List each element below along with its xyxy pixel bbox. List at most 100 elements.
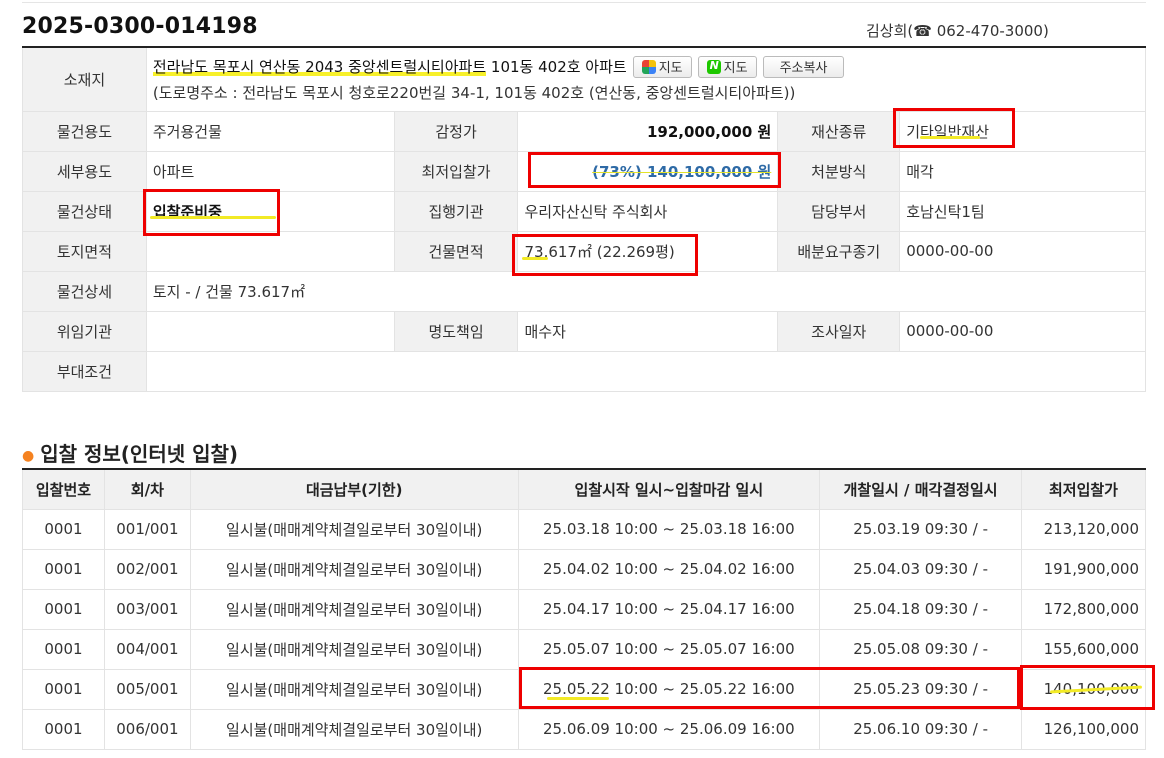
payment-cell: 일시불(매매계약체결일로부터 30일이내) [189, 508, 519, 550]
min-price-cell: 140,100,000 [1021, 668, 1146, 710]
bid-row: 0001 001/001 일시불(매매계약체결일로부터 30일이내) 25.03.18… [22, 508, 1146, 550]
payment-cell: 일시불(매매계약체결일로부터 30일이내) [189, 708, 519, 750]
bid-period-cell: 25.05.07 10:00 ~ 25.05.07 16:00 [517, 628, 821, 670]
department-value: 호남신탁1팀 [899, 190, 1146, 232]
status-value: 입찰준비중 [145, 190, 395, 232]
top-divider [22, 2, 1146, 3]
copy-address-button[interactable]: 주소복사 [762, 55, 845, 78]
naver-map-button[interactable]: 지도 [697, 55, 757, 78]
distribution-deadline-value: 0000-00-00 [899, 230, 1146, 272]
bid-no-cell: 0001 [22, 588, 105, 630]
property-type-label: 재산종류 [777, 110, 901, 152]
info-row: 위임기관 명도책임 매수자 조사일자 0000-00-00 [22, 310, 1146, 352]
min-price-cell: 172,800,000 [1021, 588, 1146, 630]
bid-row: 0001 006/001 일시불(매매계약체결일로부터 30일이내) 25.06.09… [22, 708, 1146, 750]
conditions-label: 부대조건 [22, 350, 147, 392]
bid-no-cell: 0001 [22, 548, 105, 590]
opening-cell: 25.05.23 09:30 / - [819, 668, 1022, 710]
bid-period-cell: 25.04.17 10:00 ~ 25.04.17 16:00 [517, 588, 821, 630]
usage-label: 물건용도 [22, 110, 147, 152]
bid-table-header: 입찰번호 회/차 대금납부(기한) 입찰시작 일시~입찰마감 일시 개찰일시 /… [22, 468, 1146, 510]
round-cell: 002/001 [103, 548, 191, 590]
min-price-cell: 155,600,000 [1021, 628, 1146, 670]
eviction-label: 명도책임 [393, 310, 519, 352]
executing-agency-value: 우리자산신탁 주식회사 [517, 190, 779, 232]
col-opening: 개찰일시 / 매각결정일시 [819, 468, 1022, 510]
distribution-deadline-label: 배분요구종기 [777, 230, 901, 272]
appraisal-value: 192,000,000 원 [517, 110, 779, 152]
location-value: 전라남도 목포시 연산동 2043 중앙센트럴시티아파트 101동 402호 아… [145, 46, 1147, 112]
round-cell: 001/001 [103, 508, 191, 550]
bid-no-cell: 0001 [22, 628, 105, 670]
usage-value: 주거용건물 [145, 110, 395, 152]
disposal-method-label: 처분방식 [777, 150, 901, 192]
min-bid-label: 최저입찰가 [393, 150, 519, 192]
delegating-agency-value [145, 310, 395, 352]
info-row: 세부용도 아파트 최저입찰가 (73%) 140,100,000 원 처분방식 … [22, 150, 1146, 192]
detail-label: 물건상세 [22, 270, 147, 312]
opening-cell: 25.06.10 09:30 / - [819, 708, 1022, 750]
case-number: 2025-0300-014198 [22, 14, 258, 39]
info-row: 부대조건 [22, 350, 1147, 392]
round-cell: 006/001 [103, 708, 191, 750]
building-area-label: 건물면적 [393, 230, 519, 272]
opening-cell: 25.03.19 09:30 / - [819, 508, 1022, 550]
bid-period-cell: 25.05.22 10:00 ~ 25.05.22 16:00 [517, 668, 821, 710]
round-cell: 004/001 [103, 628, 191, 670]
survey-date-value: 0000-00-00 [899, 310, 1146, 352]
bid-no-cell: 0001 [22, 708, 105, 750]
disposal-method-value: 매각 [899, 150, 1146, 192]
land-area-value [145, 230, 395, 272]
bid-period-cell: 25.04.02 10:00 ~ 25.04.02 16:00 [517, 548, 821, 590]
info-row: 물건상태 입찰준비중 집행기관 우리자산신탁 주식회사 담당부서 호남신탁1팀 [22, 190, 1146, 232]
sub-usage-value: 아파트 [145, 150, 395, 192]
property-type-value: 기타일반재산 [899, 110, 1146, 152]
survey-date-label: 조사일자 [777, 310, 901, 352]
payment-cell: 일시불(매매계약체결일로부터 30일이내) [189, 588, 519, 630]
opening-cell: 25.05.08 09:30 / - [819, 628, 1022, 670]
department-label: 담당부서 [777, 190, 901, 232]
info-row: 물건상세 토지 - / 건물 73.617㎡ [22, 270, 1147, 312]
location-row: 소재지 전라남도 목포시 연산동 2043 중앙센트럴시티아파트 101동 40… [22, 46, 1147, 112]
detail-value: 토지 - / 건물 73.617㎡ [145, 270, 1147, 312]
bid-row: 0001 005/001 일시불(매매계약체결일로부터 30일이내) 25.05.22… [22, 668, 1146, 710]
road-address: (도로명주소 : 전라남도 목포시 청호로220번길 34-1, 101동 40… [152, 83, 796, 102]
payment-cell: 일시불(매매계약체결일로부터 30일이내) [189, 628, 519, 670]
property-info-table: 소재지 전라남도 목포시 연산동 2043 중앙센트럴시티아파트 101동 40… [22, 46, 1147, 392]
info-row: 물건용도 주거용건물 감정가 192,000,000 원 재산종류 기타일반재산 [22, 110, 1146, 152]
naver-map-icon [706, 59, 721, 74]
opening-cell: 25.04.18 09:30 / - [819, 588, 1022, 630]
bid-period-cell: 25.03.18 10:00 ~ 25.03.18 16:00 [517, 508, 821, 550]
contact-info: 김상희(☎ 062-470-3000) [866, 22, 1049, 40]
building-area-value: 73.617㎡ (22.269평) [517, 230, 779, 272]
round-cell: 003/001 [103, 588, 191, 630]
bid-no-cell: 0001 [22, 508, 105, 550]
min-price-cell: 213,120,000 [1021, 508, 1146, 550]
delegating-agency-label: 위임기관 [22, 310, 147, 352]
conditions-value [145, 350, 1147, 392]
col-round: 회/차 [103, 468, 191, 510]
executing-agency-label: 집행기관 [393, 190, 519, 232]
location-label: 소재지 [22, 46, 147, 112]
appraisal-label: 감정가 [393, 110, 519, 152]
land-area-label: 토지면적 [22, 230, 147, 272]
info-row: 토지면적 건물면적 73.617㎡ (22.269평) 배분요구종기 0000-… [22, 230, 1146, 272]
bid-no-cell: 0001 [22, 668, 105, 710]
status-label: 물건상태 [22, 190, 147, 232]
min-price-cell: 191,900,000 [1021, 548, 1146, 590]
payment-cell: 일시불(매매계약체결일로부터 30일이내) [189, 548, 519, 590]
daum-map-button[interactable]: 지도 [632, 55, 692, 78]
daum-map-icon [641, 59, 656, 74]
address-main: 전라남도 목포시 연산동 2043 중앙센트럴시티아파트 101동 402호 아… [152, 58, 627, 77]
bid-section-title: ● 입찰 정보(인터넷 입찰) [22, 442, 239, 466]
bullet-icon: ● [22, 447, 35, 464]
col-payment: 대금납부(기한) [189, 468, 519, 510]
round-cell: 005/001 [103, 668, 191, 710]
payment-cell: 일시불(매매계약체결일로부터 30일이내) [189, 668, 519, 710]
col-min-price: 최저입찰가 [1021, 468, 1146, 510]
sub-usage-label: 세부용도 [22, 150, 147, 192]
bid-table: 입찰번호 회/차 대금납부(기한) 입찰시작 일시~입찰마감 일시 개찰일시 /… [22, 468, 1146, 750]
bid-row: 0001 003/001 일시불(매매계약체결일로부터 30일이내) 25.04.17… [22, 588, 1146, 630]
bid-row: 0001 004/001 일시불(매매계약체결일로부터 30일이내) 25.05.07… [22, 628, 1146, 670]
eviction-value: 매수자 [517, 310, 779, 352]
